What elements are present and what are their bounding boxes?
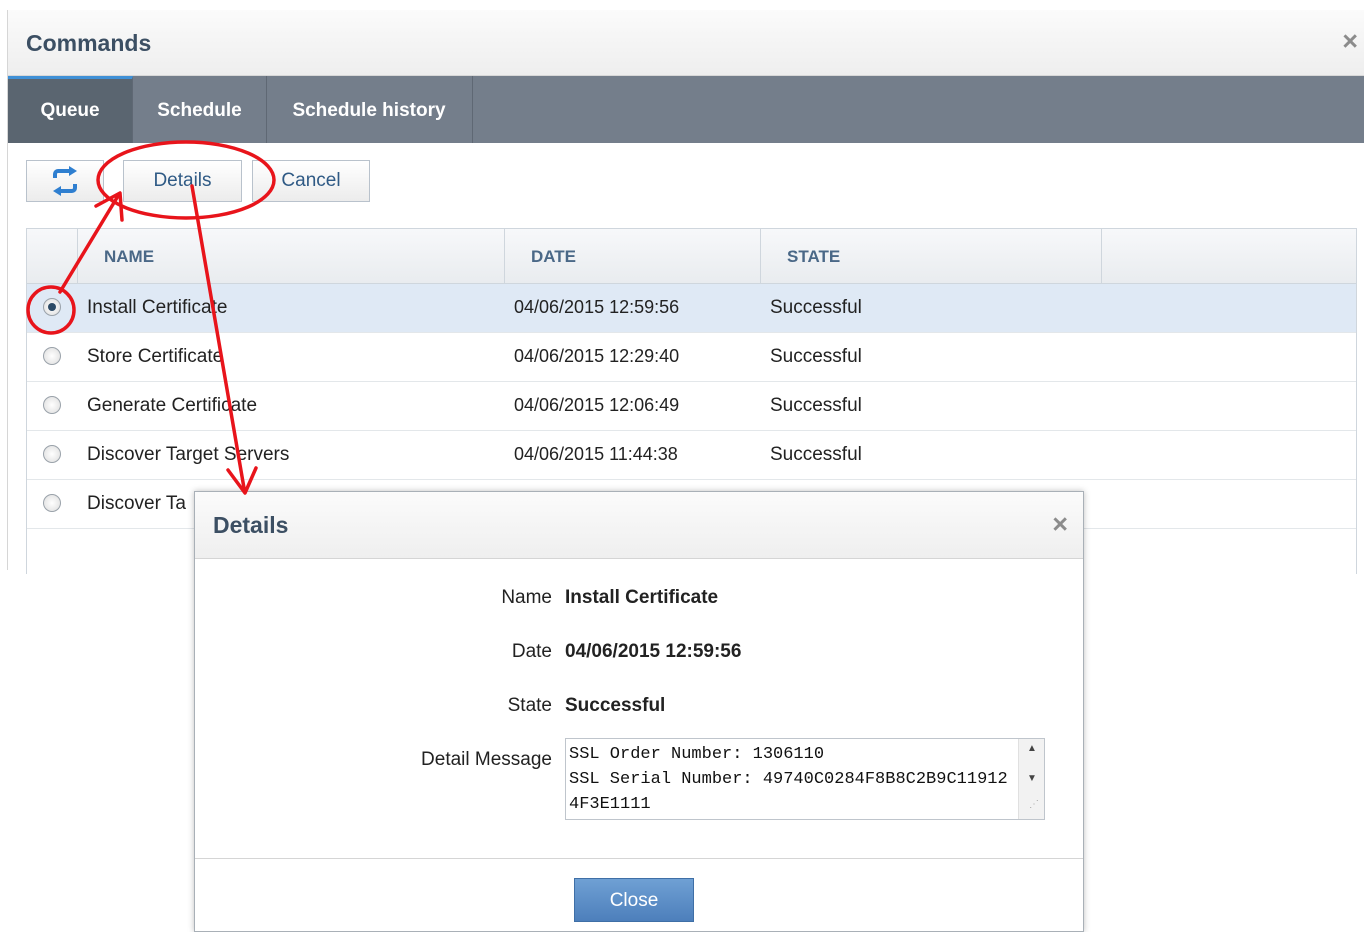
row-state: Successful <box>770 346 862 367</box>
row-radio[interactable] <box>43 396 61 414</box>
window-close-icon[interactable]: × <box>1342 26 1358 57</box>
refresh-button[interactable] <box>26 160 104 202</box>
close-button[interactable]: Close <box>574 878 694 922</box>
row-state: Successful <box>770 297 862 318</box>
row-date: 04/06/2015 12:59:56 <box>514 297 680 317</box>
row-date: 04/06/2015 11:44:38 <box>514 444 678 464</box>
state-value: Successful <box>565 695 666 716</box>
dialog-title: Details <box>213 512 289 538</box>
detail-message-label: Detail Message <box>421 749 552 770</box>
resize-grip-icon[interactable]: ⋰ <box>1029 799 1039 810</box>
name-value: Install Certificate <box>565 587 719 608</box>
header-state[interactable]: STATE <box>761 229 1102 283</box>
dialog-close-icon[interactable]: × <box>1052 509 1068 540</box>
state-label: State <box>507 695 552 716</box>
table-row[interactable]: Install Certificate 04/06/2015 12:59:56 … <box>27 284 1356 333</box>
tab-queue[interactable]: Queue <box>8 76 133 143</box>
scroll-up-icon[interactable]: ▲ <box>1027 743 1037 754</box>
header-name[interactable]: NAME <box>78 229 505 283</box>
row-state: Successful <box>770 395 862 416</box>
row-name: Discover Target Servers <box>87 444 290 465</box>
row-radio[interactable] <box>43 298 61 316</box>
row-radio[interactable] <box>43 347 61 365</box>
name-label: Name <box>501 587 552 608</box>
row-date: 04/06/2015 12:06:49 <box>514 395 680 415</box>
dialog-footer-divider <box>195 858 1083 859</box>
dialog-title-bar: Details × <box>195 492 1083 559</box>
refresh-icon <box>53 166 77 196</box>
table-header: NAME DATE STATE <box>27 229 1356 284</box>
details-dialog: Details × Name Install Certificate Date … <box>194 491 1084 932</box>
tab-schedule-history[interactable]: Schedule history <box>266 76 473 143</box>
detail-message-text: SSL Order Number: 1306110 SSL Serial Num… <box>569 745 1008 814</box>
tab-schedule[interactable]: Schedule <box>133 76 267 143</box>
window-title-bar: Commands × <box>8 10 1364 76</box>
table-row[interactable]: Discover Target Servers 04/06/2015 11:44… <box>27 431 1356 480</box>
textarea-scrollbar[interactable]: ▲ ▼ ⋰ <box>1018 739 1044 819</box>
header-date[interactable]: DATE <box>505 229 761 283</box>
tab-bar: Queue Schedule Schedule history <box>8 76 1364 143</box>
table-row[interactable]: Store Certificate 04/06/2015 12:29:40 Su… <box>27 333 1356 382</box>
date-label: Date <box>511 641 552 662</box>
row-name: Install Certificate <box>87 297 228 318</box>
details-button[interactable]: Details <box>123 160 242 202</box>
row-date: 04/06/2015 12:29:40 <box>514 346 680 366</box>
table-row[interactable]: Generate Certificate 04/06/2015 12:06:49… <box>27 382 1356 431</box>
row-radio[interactable] <box>43 494 61 512</box>
row-name: Store Certificate <box>87 346 224 367</box>
cancel-button[interactable]: Cancel <box>252 160 370 202</box>
row-radio[interactable] <box>43 445 61 463</box>
header-select-column <box>27 229 78 283</box>
row-name: Generate Certificate <box>87 395 258 416</box>
row-state: Successful <box>770 444 862 465</box>
scroll-down-icon[interactable]: ▼ <box>1027 773 1037 784</box>
commands-window: Commands × Queue Schedule Schedule histo… <box>7 10 1364 574</box>
date-value: 04/06/2015 12:59:56 <box>565 641 742 662</box>
detail-message-textarea[interactable]: SSL Order Number: 1306110 SSL Serial Num… <box>565 738 1045 820</box>
window-title: Commands <box>26 30 152 56</box>
row-name: Discover Ta <box>87 493 186 514</box>
